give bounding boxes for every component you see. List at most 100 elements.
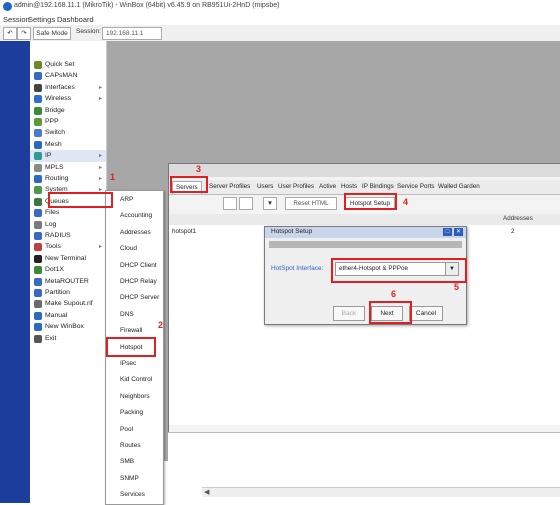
sidebar-item-label: IP [45, 152, 52, 160]
ip-submenu-item-kid-control[interactable]: Kid Control [106, 373, 163, 387]
radius-icon [34, 232, 42, 240]
metarouter-icon [34, 277, 42, 286]
sidebar-item-mpls[interactable]: MPLS ▸ [30, 162, 106, 174]
ip-submenu-item-dhcp-client[interactable]: DHCP Client [106, 259, 163, 273]
column-header-addresses[interactable]: Addresses [503, 215, 533, 222]
sidebar-item-switch[interactable]: Switch [30, 127, 106, 139]
supout-icon [34, 300, 42, 309]
annotation-number: 2 [158, 320, 164, 330]
tool-button[interactable] [223, 197, 237, 210]
submenu-item-label: DHCP Relay [120, 278, 157, 285]
sidebar-item-make-supout-rif[interactable]: Make Supout.rif [30, 298, 106, 310]
maximize-icon[interactable]: □ [443, 228, 452, 236]
sidebar-item-label: CAPsMAN [45, 72, 78, 80]
sidebar-item-bridge[interactable]: Bridge [30, 105, 106, 117]
partition-icon [34, 289, 42, 297]
annotation-box-next [369, 301, 412, 324]
safe-mode-button[interactable]: Safe Mode [33, 27, 71, 40]
sidebar-item-ip[interactable]: IP ▸ [30, 150, 106, 163]
chevron-right-icon: ▸ [98, 244, 102, 251]
tab-ip-bindings[interactable]: IP Bindings [362, 181, 394, 193]
ip-submenu-item-snmp[interactable]: SNMP [106, 472, 163, 486]
submenu-item-label: Accounting [120, 212, 153, 220]
quick-set-icon [34, 61, 42, 69]
ip-submenu-item-dhcp-server[interactable]: DHCP Server [106, 291, 163, 305]
sidebar-item-mesh[interactable]: Mesh [30, 139, 106, 151]
chevron-right-icon: ▸ [98, 84, 102, 91]
menu-session[interactable]: Session [3, 15, 30, 24]
hotspot-interface-label: HotSpot Interface: [271, 265, 324, 272]
ip-submenu-item-ipsec[interactable]: IPsec [106, 357, 163, 371]
tab-walled-garden[interactable]: Walled Garden [438, 181, 480, 193]
hotspot-window-titlebar [169, 164, 560, 177]
ip-submenu-item-services[interactable]: Services [106, 488, 163, 502]
horizontal-scrollbar[interactable]: ◀ [202, 487, 560, 497]
sidebar-item-interfaces[interactable]: Interfaces ▸ [30, 82, 106, 94]
wireless-icon [34, 95, 42, 104]
files-icon [34, 209, 42, 218]
tab-service-ports[interactable]: Service Ports [397, 181, 434, 193]
sidebar-item-partition[interactable]: Partition [30, 287, 106, 299]
ip-submenu-item-packing[interactable]: Packing [106, 406, 163, 420]
ip-submenu-item-arp[interactable]: ARP [106, 193, 163, 207]
winbox-side-strip [0, 41, 30, 503]
filter-icon[interactable]: ▼ [263, 197, 277, 210]
tab-users[interactable]: Users [257, 181, 273, 193]
annotation-number: 1 [110, 172, 116, 182]
redo-button[interactable]: ↷ [17, 27, 31, 40]
menu-bar: Session Settings Dashboard [0, 13, 560, 25]
back-button[interactable]: Back [333, 306, 365, 321]
ip-submenu-item-routes[interactable]: Routes [106, 439, 163, 453]
cancel-button[interactable]: Cancel [409, 306, 443, 321]
sidebar-item-label: Mesh [45, 140, 62, 148]
tab-active[interactable]: Active [319, 181, 336, 193]
sidebar-item-label: MPLS [45, 163, 64, 171]
sidebar-item-manual[interactable]: Manual [30, 310, 106, 322]
sidebar-item-new-terminal[interactable]: New Terminal [30, 253, 106, 265]
reset-html-button[interactable]: Reset HTML [285, 197, 337, 210]
close-icon[interactable]: ✕ [454, 228, 463, 236]
tab-hosts[interactable]: Hosts [341, 181, 357, 193]
submenu-item-label: Pool [120, 425, 134, 433]
ip-submenu-item-cloud[interactable]: Cloud [106, 242, 163, 256]
sidebar-item-ppp[interactable]: PPP [30, 116, 106, 128]
ip-submenu-item-accounting[interactable]: Accounting [106, 209, 163, 223]
menu-settings[interactable]: Settings [28, 15, 55, 24]
sidebar-item-routing[interactable]: Routing ▸ [30, 173, 106, 185]
sidebar-item-metarouter[interactable]: MetaROUTER [30, 276, 106, 288]
sidebar-item-capsman[interactable]: CAPsMAN [30, 70, 106, 82]
chevron-right-icon: ▸ [98, 176, 102, 182]
ip-submenu-item-addresses[interactable]: Addresses [106, 226, 163, 240]
sidebar-item-radius[interactable]: RADIUS [30, 230, 106, 242]
menu-dashboard[interactable]: Dashboard [57, 15, 94, 24]
ip-submenu-item-dns[interactable]: DNS [106, 308, 163, 322]
sidebar-item-files[interactable]: Files [30, 207, 106, 219]
undo-button[interactable]: ↶ [3, 27, 17, 40]
ip-submenu-item-pool[interactable]: Pool [106, 423, 163, 437]
sidebar-item-new-winbox[interactable]: New WinBox [30, 321, 106, 333]
sidebar-item-log[interactable]: Log [30, 219, 106, 231]
scroll-left-icon[interactable]: ◀ [204, 488, 209, 496]
sidebar-item-tools[interactable]: Tools ▸ [30, 241, 106, 253]
window-title: admin@192.168.11.1 (MikroTik) - WinBox (… [14, 2, 280, 9]
sidebar-item-exit[interactable]: Exit [30, 333, 106, 345]
ip-submenu-item-neighbors[interactable]: Neighbors [106, 390, 163, 404]
sidebar-item-label: Log [45, 220, 57, 228]
ip-submenu-item-dhcp-relay[interactable]: DHCP Relay [106, 275, 163, 289]
sidebar-item-wireless[interactable]: Wireless ▸ [30, 93, 106, 105]
tool-button[interactable] [239, 197, 253, 210]
ip-submenu-item-smb[interactable]: SMB [106, 455, 163, 469]
manual-icon [34, 311, 42, 320]
sidebar-item-label: Exit [45, 334, 57, 342]
submenu-item-label: SMB [120, 458, 135, 466]
tab-server-profiles[interactable]: Server Profiles [209, 181, 250, 193]
routing-icon [34, 175, 42, 183]
tab-user-profiles[interactable]: User Profiles [278, 181, 314, 193]
annotation-box-interface [331, 258, 467, 283]
chevron-right-icon: ▸ [98, 164, 102, 171]
ppp-icon [34, 118, 42, 126]
sidebar-item-label: Bridge [45, 106, 65, 114]
sidebar-item-dot1x[interactable]: Dot1X [30, 264, 106, 276]
sidebar-item-quick-set[interactable]: Quick Set [30, 59, 106, 71]
session-field[interactable]: 192.168.11.1 [102, 27, 162, 40]
